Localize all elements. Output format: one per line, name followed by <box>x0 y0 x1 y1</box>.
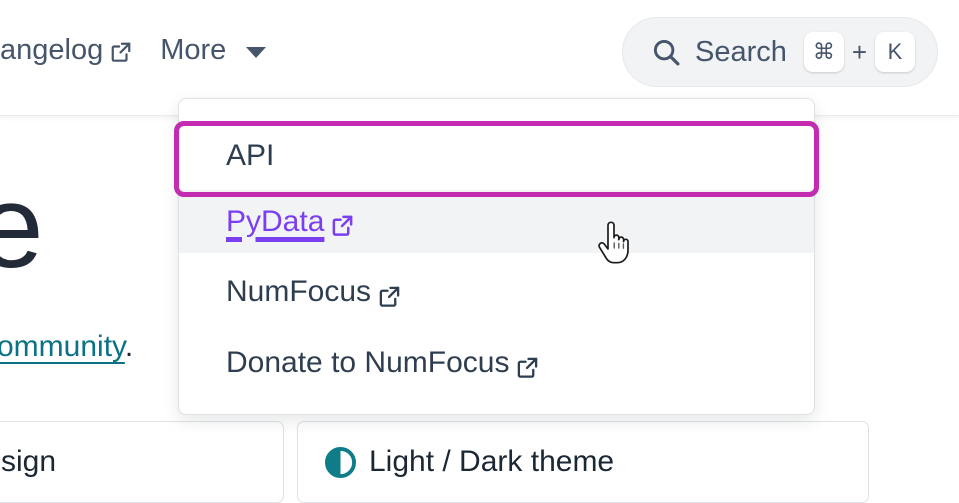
dropdown-item-api-label: API <box>226 139 275 172</box>
header-nav: angelog More <box>0 30 280 71</box>
feature-card-theme[interactable]: Light / Dark theme <box>297 421 869 503</box>
dropdown-item-api[interactable]: API <box>179 122 814 190</box>
hero-heading-partial: e <box>0 161 44 293</box>
feature-card-theme-title: Light / Dark theme <box>369 445 615 478</box>
half-circle-theme-icon <box>325 446 356 478</box>
search-icon <box>651 37 681 67</box>
intro-paragraph: community. <box>0 330 133 364</box>
external-link-icon <box>331 211 354 236</box>
dropdown-item-pydata[interactable]: PyData <box>179 190 814 253</box>
chevron-down-icon <box>246 46 267 58</box>
search-label: Search <box>695 35 787 68</box>
dropdown-item-donate-to-numfocus-label: Donate to NumFocus <box>226 346 510 379</box>
feature-card-design[interactable]: sign <box>0 421 284 503</box>
search-button[interactable]: Search ⌘ + K <box>622 17 938 87</box>
dropdown-item-numfocus-label: NumFocus <box>226 275 372 308</box>
dropdown-item-pydata-label: PyData <box>226 204 325 238</box>
dropdown-item-donate-to-numfocus[interactable]: Donate to NumFocus <box>179 329 814 397</box>
search-shortcut-modifier-key: ⌘ <box>803 32 844 72</box>
search-shortcut-letter-key: K <box>875 32 915 72</box>
nav-item-more-label: More <box>160 34 227 66</box>
community-link[interactable]: community <box>0 330 125 363</box>
external-link-icon <box>516 353 539 378</box>
search-shortcut-plus: + <box>851 36 867 67</box>
external-link-icon <box>110 40 132 62</box>
page-root: e community. sign Light / Dark theme ang… <box>0 0 959 503</box>
feature-card-design-title: sign <box>1 445 57 478</box>
nav-item-changelog[interactable]: angelog <box>0 30 146 71</box>
dropdown-item-numfocus[interactable]: NumFocus <box>179 258 814 326</box>
external-link-icon <box>378 282 401 307</box>
paragraph-period: . <box>124 330 134 363</box>
more-dropdown-menu: API PyData NumFocus Donate to NumFocus <box>174 98 819 415</box>
nav-item-changelog-label: angelog <box>0 34 104 66</box>
nav-item-more[interactable]: More <box>146 30 280 71</box>
